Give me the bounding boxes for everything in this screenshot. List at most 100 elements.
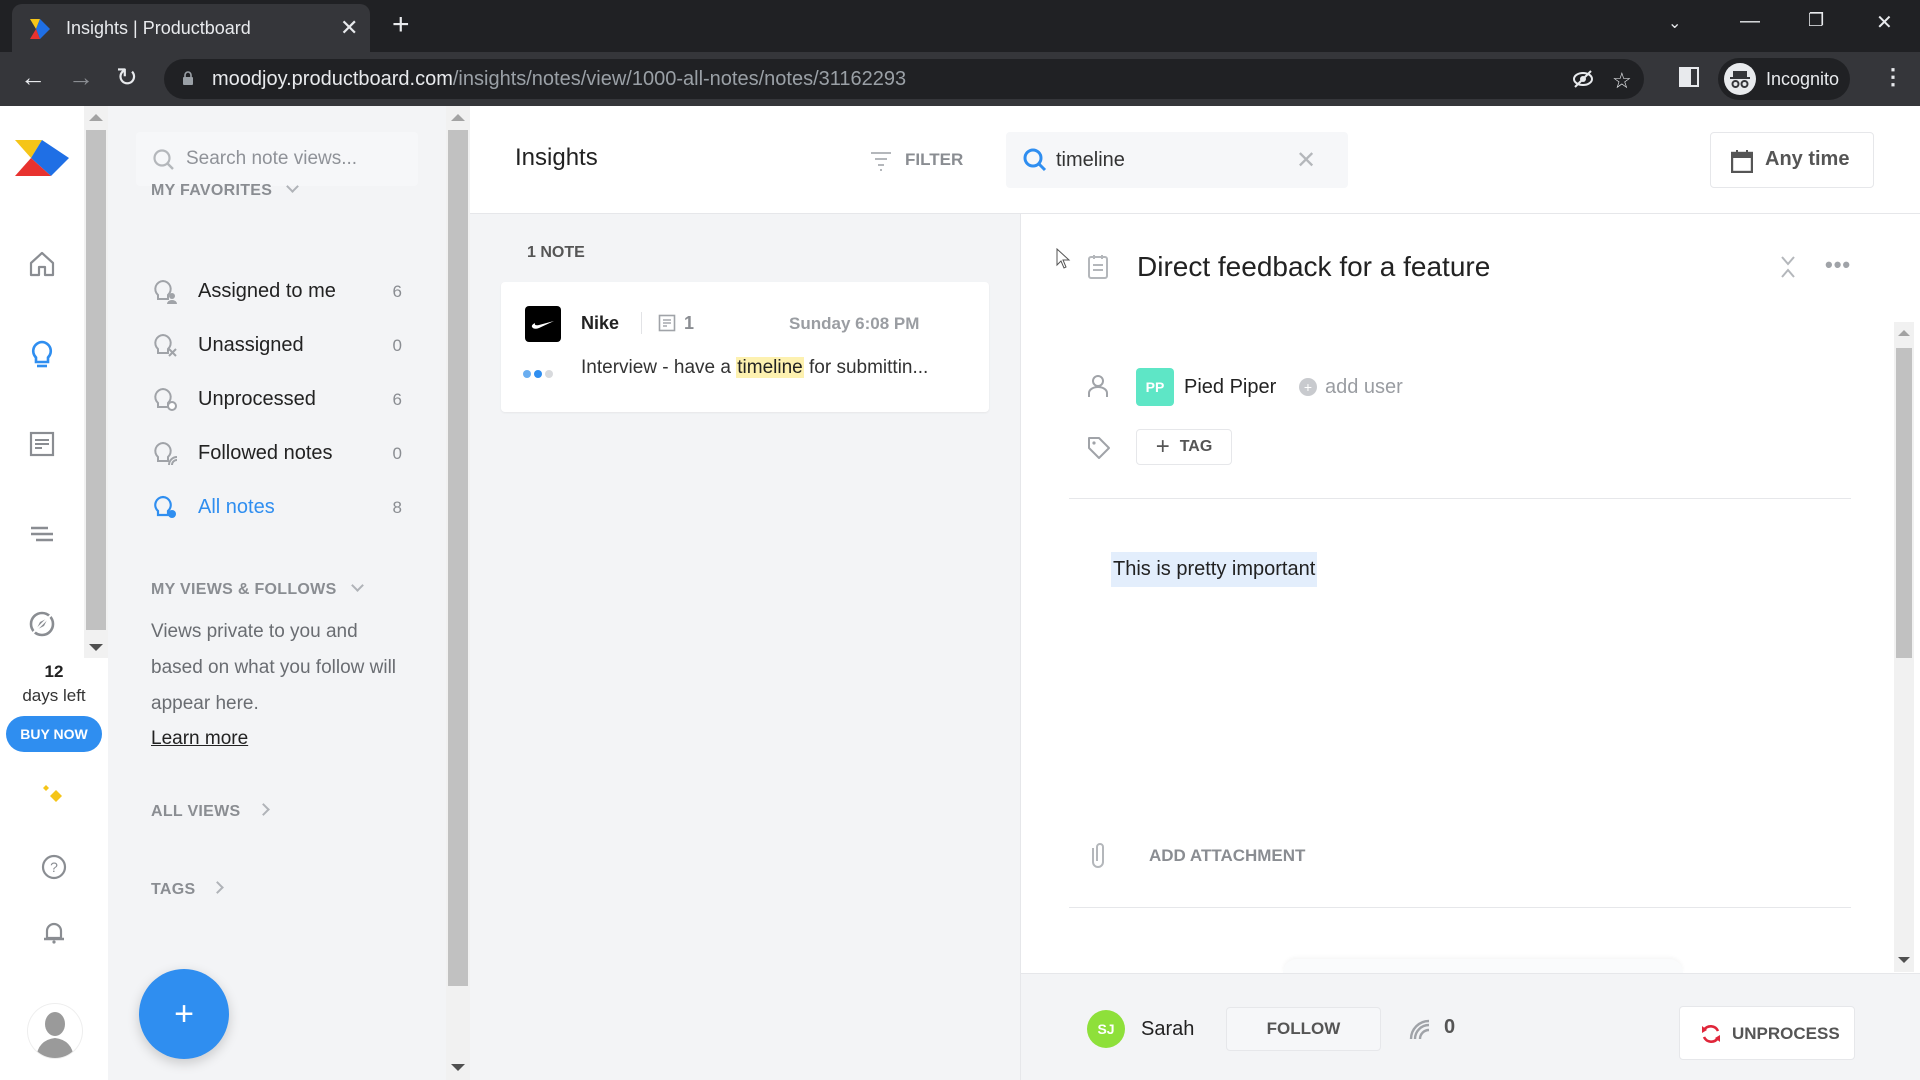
date-range-label: Any time (1765, 148, 1850, 170)
assigned-bulb-icon (154, 279, 177, 304)
browser-menu-icon[interactable]: ⋮ (1882, 64, 1904, 90)
note-views-search-input[interactable] (186, 144, 406, 174)
sidebar-item-label: Unprocessed (198, 388, 316, 410)
window-close-icon[interactable]: ✕ (1876, 10, 1893, 35)
notes-search-input[interactable] (1056, 145, 1286, 175)
unprocess-button[interactable]: UNPROCESS (1679, 1006, 1855, 1060)
sidebar-item-all-notes[interactable]: All notes 8 (152, 488, 402, 528)
browser-tab[interactable]: Insights | Productboard ✕ (12, 4, 370, 52)
scrollbar-thumb[interactable] (1896, 348, 1912, 658)
page-title: Insights (515, 144, 598, 171)
clear-search-icon[interactable]: ✕ (1296, 146, 1316, 175)
feature-link-tabs[interactable] (1283, 959, 1683, 973)
sidebar-item-unprocessed[interactable]: Unprocessed 6 (152, 380, 402, 420)
sidebar-item-unassigned[interactable]: Unassigned 0 (152, 326, 402, 366)
address-bar[interactable]: moodjoy.productboard.com/insights/notes/… (164, 59, 1644, 99)
scroll-down-arrow-icon[interactable] (89, 644, 103, 651)
notifications-bell-icon[interactable] (38, 916, 70, 948)
sidebar-item-assigned-to-me[interactable]: Assigned to me 6 (152, 272, 402, 312)
chevron-right-icon (211, 881, 225, 894)
portal-compass-icon[interactable] (26, 608, 58, 640)
more-options-icon[interactable]: ••• (1825, 252, 1851, 278)
tracking-eye-off-icon[interactable] (1572, 68, 1594, 96)
incognito-icon (1724, 63, 1756, 95)
sidebar-item-count: 8 (392, 498, 402, 517)
help-icon[interactable]: ? (38, 851, 70, 883)
restore-icon[interactable]: ❐ (1808, 10, 1824, 31)
scrollbar-thumb[interactable] (448, 130, 468, 986)
note-title[interactable]: Direct feedback for a feature (1137, 251, 1490, 283)
divider (1069, 498, 1851, 499)
roadmap-icon[interactable] (26, 518, 58, 550)
detail-scrollbar[interactable] (1894, 322, 1914, 972)
add-note-button[interactable]: + (139, 969, 229, 1059)
reload-icon[interactable]: ↻ (116, 62, 138, 93)
productboard-logo-icon[interactable] (15, 138, 69, 178)
forward-icon[interactable]: → (68, 62, 94, 93)
search-icon (1023, 148, 1047, 172)
sidebar-item-followed-notes[interactable]: Followed notes 0 (152, 434, 402, 474)
scroll-up-arrow-icon[interactable] (1898, 330, 1910, 336)
scroll-down-arrow-icon[interactable] (451, 1064, 465, 1071)
date-range-dropdown[interactable]: Any time (1710, 132, 1874, 188)
new-tab-icon[interactable]: + (392, 8, 410, 42)
scroll-up-arrow-icon[interactable] (451, 114, 465, 121)
bookmark-star-icon[interactable]: ☆ (1612, 68, 1632, 94)
unprocessed-bulb-icon (154, 387, 177, 411)
add-user-button[interactable]: + add user (1299, 376, 1403, 399)
tags-title: TAGS (151, 881, 196, 898)
incognito-profile-button[interactable]: Incognito (1718, 58, 1850, 100)
tab-close-icon[interactable]: ✕ (340, 15, 358, 41)
add-attachment-button[interactable]: ADD ATTACHMENT (1087, 842, 1305, 873)
note-views-search[interactable] (136, 132, 418, 186)
home-icon[interactable] (26, 248, 58, 280)
owner-name[interactable]: Sarah (1141, 1018, 1194, 1041)
note-body[interactable]: This is pretty important (1111, 552, 1318, 587)
note-snippet: Interview - have a timeline for submitti… (581, 357, 928, 379)
add-tag-label: TAG (1179, 438, 1213, 455)
sidebar-scrollbar[interactable] (446, 106, 470, 1080)
user-avatar[interactable] (28, 1004, 82, 1058)
note-views-sidebar: MY FAVORITES Assigned to me 6 Unassigned… (108, 106, 446, 1080)
minimize-icon[interactable]: — (1740, 10, 1760, 33)
paperclip-icon (1092, 843, 1104, 868)
scrollbar-thumb[interactable] (86, 130, 106, 630)
note-clipboard-icon (1088, 255, 1108, 279)
note-card[interactable]: Nike 1 Sunday 6:08 PM Interview - have a… (501, 282, 989, 412)
buy-now-button[interactable]: BUY NOW (6, 716, 102, 752)
features-board-icon[interactable] (26, 428, 58, 460)
followers-feed-icon (1409, 1019, 1430, 1040)
chevron-right-icon (256, 803, 270, 816)
browser-toolbar: ← → ↻ moodjoy.productboard.com/insights/… (0, 52, 1920, 106)
insights-lightbulb-icon[interactable] (26, 338, 58, 370)
rail-scrollbar[interactable] (84, 106, 108, 658)
svg-text:?: ? (50, 859, 58, 875)
all-views-header[interactable]: ALL VIEWS (151, 803, 270, 821)
notes-search[interactable]: ✕ (1006, 132, 1348, 188)
add-tag-button[interactable]: + TAG (1136, 429, 1232, 465)
scroll-down-arrow-icon[interactable] (1898, 957, 1910, 963)
my-favorites-header[interactable]: MY FAVORITES (151, 180, 300, 200)
sidebar-item-count: 6 (392, 390, 402, 409)
learn-more-link[interactable]: Learn more (151, 728, 248, 750)
scroll-up-arrow-icon[interactable] (89, 114, 103, 121)
divider (641, 312, 642, 334)
tab-search-chevron-icon[interactable]: ⌄ (1668, 13, 1681, 33)
search-icon (153, 149, 174, 170)
company-avatar: PP (1136, 368, 1174, 406)
mouse-cursor-icon (1056, 248, 1071, 269)
company-name[interactable]: Pied Piper (1184, 376, 1276, 399)
snippet-text: for submittin... (803, 357, 929, 378)
side-panel-icon[interactable] (1678, 64, 1700, 95)
whats-new-sparkle-icon[interactable] (38, 782, 70, 814)
filter-icon (871, 152, 891, 171)
collapse-panel-icon[interactable] (1778, 256, 1798, 281)
back-icon[interactable]: ← (20, 62, 46, 93)
tags-header[interactable]: TAGS (151, 881, 225, 899)
follow-button[interactable]: FOLLOW (1226, 1007, 1381, 1051)
owner-avatar[interactable]: SJ (1087, 1010, 1125, 1048)
my-views-follows-title: MY VIEWS & FOLLOWS (151, 581, 337, 598)
dot (545, 370, 553, 378)
dot (523, 370, 531, 378)
my-views-follows-header[interactable]: MY VIEWS & FOLLOWS (151, 579, 364, 599)
